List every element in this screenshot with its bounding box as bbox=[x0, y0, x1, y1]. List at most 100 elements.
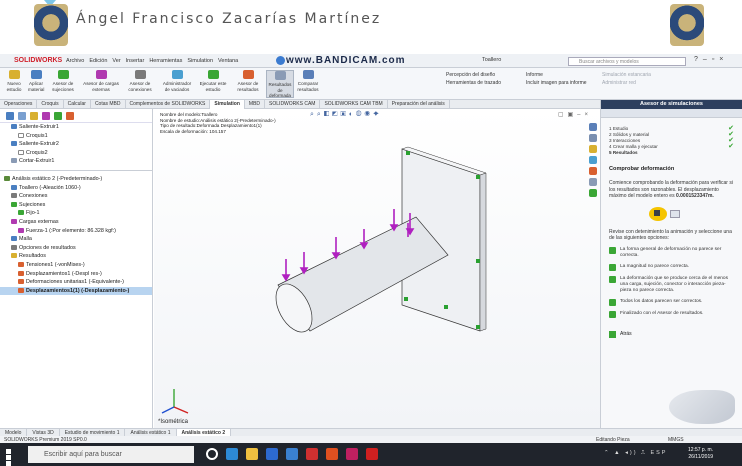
tree-item[interactable]: Croquis2 bbox=[0, 149, 152, 158]
tree-item[interactable]: Fijo-1 bbox=[0, 209, 152, 218]
taskbar-app-icon[interactable] bbox=[206, 448, 218, 460]
taskbar-app-icon[interactable] bbox=[346, 448, 358, 460]
tab-cotas-mbd[interactable]: Cotas MBD bbox=[91, 100, 126, 109]
close-button[interactable]: × bbox=[719, 56, 723, 63]
solidworks-logo[interactable]: SOLIDWORKS bbox=[14, 57, 62, 64]
ribbon-nuevo-estudio-button[interactable]: Nuevo estudio bbox=[2, 70, 26, 92]
tree-item[interactable]: Tensiones1 (-vonMises-) bbox=[0, 261, 152, 270]
tree-item[interactable]: Sujeciones bbox=[0, 201, 152, 210]
language-indicator[interactable]: ESP bbox=[650, 450, 667, 456]
taskbar-app-icon[interactable] bbox=[306, 448, 318, 460]
tree-item[interactable]: Deformaciones unitarias1 (-Equivalente-) bbox=[0, 278, 152, 287]
help-icon[interactable]: ? bbox=[694, 56, 698, 63]
taskbar-app-icon[interactable] bbox=[326, 448, 338, 460]
resources-icon[interactable] bbox=[589, 123, 597, 131]
custom-properties-icon[interactable] bbox=[589, 178, 597, 186]
tree-item[interactable]: Desplazamientos1(1) (-Desplazamiento-) bbox=[0, 286, 152, 296]
view-palette-icon[interactable] bbox=[589, 156, 597, 164]
tree-item[interactable]: Saliente-Extruir2 bbox=[0, 140, 152, 149]
search-input[interactable]: Buscar archivos y modelos bbox=[568, 57, 686, 66]
tree-item[interactable]: Cargas externas bbox=[0, 218, 152, 227]
model-viewport[interactable] bbox=[154, 109, 600, 428]
appearances-icon[interactable] bbox=[589, 167, 597, 175]
menu-ver[interactable]: Ver bbox=[112, 58, 120, 64]
model-tab-vistas-3d[interactable]: Vistas 3D bbox=[27, 429, 60, 436]
tab-operaciones[interactable]: Operaciones bbox=[0, 100, 38, 109]
taskbar-app-icon[interactable] bbox=[226, 448, 238, 460]
back-link[interactable]: Atrás bbox=[609, 330, 734, 338]
taskbar-app-icon[interactable] bbox=[246, 448, 258, 460]
tree-item[interactable]: Malla bbox=[0, 235, 152, 244]
windows-start-icon[interactable] bbox=[6, 449, 17, 466]
stop-animation-button[interactable] bbox=[670, 209, 680, 218]
tab-simulation[interactable]: Simulation bbox=[210, 100, 245, 109]
ribbon-aplicar-material-button[interactable]: Aplicar material bbox=[28, 70, 44, 92]
tab-mbd[interactable]: MBD bbox=[245, 100, 266, 109]
advisor-option[interactable]: Finalizado con el Asesor de resultados. bbox=[609, 310, 734, 318]
menu-simulation[interactable]: Simulation bbox=[187, 58, 213, 64]
dimxpert-icon[interactable] bbox=[42, 112, 50, 120]
model-tab-analisis-estatico-2[interactable]: Análisis estático 2 bbox=[176, 429, 232, 436]
tab-solidworks-cam[interactable]: SOLIDWORKS CAM bbox=[265, 100, 321, 109]
cam-icon[interactable] bbox=[66, 112, 74, 120]
tree-item[interactable]: Toallero (-Aleación 1060-) bbox=[0, 184, 152, 193]
simulation-advisor-icon[interactable] bbox=[589, 189, 597, 197]
advisor-option[interactable]: Todos los datos parecen ser correctos. bbox=[609, 298, 734, 306]
tab-calcular[interactable]: Calcular bbox=[64, 100, 91, 109]
advisor-option[interactable]: La magnitud no parece correcta. bbox=[609, 263, 734, 271]
tree-item[interactable]: Cortar-Extruir1 bbox=[0, 157, 152, 166]
ribbon-asesor-de-cargas-externas-button[interactable]: Asesor de cargas externas bbox=[82, 70, 120, 92]
taskbar-search-input[interactable]: Escribir aquí para buscar bbox=[28, 446, 194, 463]
tree-item[interactable]: Croquis1 bbox=[0, 132, 152, 141]
ribbon-informe-button[interactable]: Informe bbox=[526, 71, 587, 79]
property-manager-icon[interactable] bbox=[18, 112, 26, 120]
ribbon-administrar-red-button[interactable]: Administrar red bbox=[602, 79, 651, 87]
model-tab-estudio-de-movimiento-1[interactable]: Estudio de movimiento 1 bbox=[60, 429, 126, 436]
minimize-button[interactable]: – bbox=[703, 56, 707, 63]
design-library-icon[interactable] bbox=[589, 134, 597, 142]
ribbon-simulacion-estancaria-button[interactable]: Simulación estancaria bbox=[602, 71, 651, 79]
ribbon-resultados-de-deformada-button[interactable]: Resultados de deformada bbox=[266, 70, 294, 98]
restore-button[interactable]: ▫ bbox=[712, 56, 714, 63]
advisor-option[interactable]: La forma general de deformación no parec… bbox=[609, 246, 734, 259]
ribbon-incluir-imagen-para-informe-button[interactable]: Incluir imagen para informe bbox=[526, 79, 587, 87]
file-explorer-icon[interactable] bbox=[589, 145, 597, 153]
tree-item[interactable]: Desplazamientos1 (-Despl res-) bbox=[0, 270, 152, 279]
ribbon-asesor-de-conexiones-button[interactable]: Asesor de conexiones bbox=[122, 70, 158, 92]
display-manager-icon[interactable] bbox=[54, 112, 62, 120]
taskbar-app-icon[interactable] bbox=[286, 448, 298, 460]
tab-croquis[interactable]: Croquis bbox=[37, 100, 64, 109]
tree-item[interactable]: Fuerza-1 (:Por elemento: 86.328 kgf:) bbox=[0, 227, 152, 236]
tab-preparacion-del-analisis[interactable]: Preparación del análisis bbox=[388, 100, 450, 109]
menu-ventana[interactable]: Ventana bbox=[218, 58, 238, 64]
ribbon-asesor-de-resultados-button[interactable]: Asesor de resultados bbox=[232, 70, 264, 92]
ribbon-administrador-de-vaciados-button[interactable]: Administrador de vaciados bbox=[160, 70, 194, 92]
menu-insertar[interactable]: Insertar bbox=[126, 58, 145, 64]
menu-herramientas[interactable]: Herramientas bbox=[149, 58, 182, 64]
model-tab-analisis-estatico-1[interactable]: Análisis estático 1 bbox=[125, 429, 177, 436]
tree-item[interactable]: Análisis estático 2 (-Predeterminado-) bbox=[0, 175, 152, 184]
ribbon-comparar-resultados-button[interactable]: Comparar resultados bbox=[296, 70, 320, 92]
graphics-area[interactable]: Nombre del modelo:Toallero Nombre de estu… bbox=[154, 109, 600, 428]
ribbon-percepcion-del-diseno-button[interactable]: Percepción del diseño bbox=[446, 71, 501, 79]
tab-solidworks-cam-tbm[interactable]: SOLIDWORKS CAM TBM bbox=[320, 100, 388, 109]
taskbar-app-icon[interactable] bbox=[266, 448, 278, 460]
tab-complementos-de-solidworks[interactable]: Complementos de SOLIDWORKS bbox=[126, 100, 211, 109]
ribbon-asesor-de-sujeciones-button[interactable]: Asesor de sujeciones bbox=[46, 70, 80, 92]
tree-item[interactable]: Opciones de resultados bbox=[0, 244, 152, 253]
tree-item[interactable]: Conexiones bbox=[0, 192, 152, 201]
feature-tree-icon[interactable] bbox=[6, 112, 14, 120]
taskbar-app-icon[interactable] bbox=[366, 448, 378, 460]
menu-edicion[interactable]: Edición bbox=[89, 58, 107, 64]
configuration-icon[interactable] bbox=[30, 112, 38, 120]
advisor-step[interactable]: 5 Resultados bbox=[609, 150, 734, 156]
ribbon-ejecutar-este-estudio-button[interactable]: Ejecutar este estudio bbox=[196, 70, 230, 92]
model-tab-modelo[interactable]: Modelo bbox=[0, 429, 28, 436]
ribbon-herramientas-de-trazado-button[interactable]: Herramientas de trazado bbox=[446, 79, 501, 87]
tree-item[interactable]: Saliente-Extruir1 bbox=[0, 123, 152, 132]
taskbar-clock[interactable]: 12:57 p. m. 26/11/2019 bbox=[688, 447, 713, 461]
system-tray[interactable]: ⌃ ▲ ◂)) ⎍ ESP bbox=[604, 450, 667, 457]
menu-archivo[interactable]: Archivo bbox=[66, 58, 84, 64]
play-animation-button[interactable] bbox=[649, 206, 667, 221]
tree-item[interactable]: Resultados bbox=[0, 252, 152, 261]
